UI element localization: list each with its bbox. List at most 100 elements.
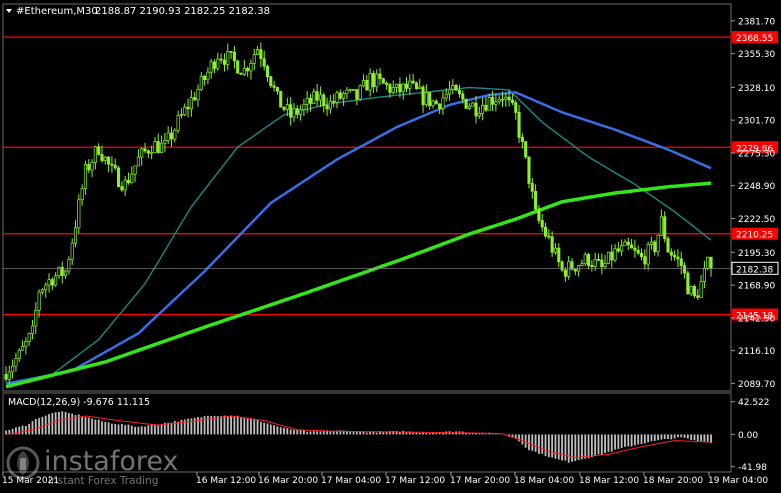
time-tick-label: 17 Mar 12:00: [385, 476, 445, 486]
candle-body: [537, 208, 541, 221]
candle-body: [517, 112, 521, 138]
level-price-label: 2210.25: [736, 231, 773, 241]
candle-body: [686, 272, 690, 295]
candle-body: [371, 73, 375, 88]
candle-body: [302, 104, 306, 110]
candle-body: [299, 109, 303, 115]
candle-body: [527, 156, 531, 184]
time-tick-label: 19 Mar 04:00: [708, 476, 768, 486]
candle-body: [669, 251, 673, 256]
candle-body: [411, 80, 415, 84]
candle-body: [44, 284, 48, 291]
price-chart[interactable]: instaforex Instant Forex Trading 2368.55…: [0, 0, 781, 489]
time-tick-label: 18 Mar 12:00: [579, 476, 639, 486]
candle-body: [547, 235, 551, 238]
candle-body: [434, 100, 438, 105]
candle-body: [457, 89, 462, 95]
candle-body: [325, 105, 329, 110]
candle-body: [401, 83, 405, 93]
candle-body: [120, 186, 124, 191]
chart-window: instaforex Instant Forex Trading 2368.55…: [0, 0, 781, 489]
candle-body: [404, 83, 409, 89]
candle-body: [206, 71, 210, 81]
candle-body: [30, 325, 35, 334]
candle-body: [510, 99, 514, 103]
candle-body: [408, 80, 412, 89]
candle-body: [262, 58, 266, 67]
candle-body: [143, 148, 147, 152]
candle-body: [606, 251, 610, 264]
candle-body: [587, 254, 591, 266]
candle-body: [163, 140, 167, 144]
candle-body: [388, 84, 392, 93]
candle-body: [107, 156, 111, 165]
level-price-label: 2368.55: [736, 34, 773, 44]
candle-body: [110, 163, 114, 166]
candle-body: [358, 85, 362, 100]
candle-body: [676, 256, 680, 260]
candle-body: [666, 238, 670, 253]
price-tick-label: 2248.90: [738, 182, 775, 192]
candle-body: [169, 132, 174, 140]
candle-body: [491, 97, 495, 105]
price-tick-label: 2142.50: [738, 314, 775, 324]
watermark-tagline: Instant Forex Trading: [48, 475, 158, 487]
chart-header: #Ethereum,M30 2188.87 2190.93 2182.25 21…: [6, 6, 270, 17]
candle-body: [113, 164, 117, 169]
time-tick-label: 16 Mar 12:00: [196, 476, 256, 486]
price-tick-label: 2301.70: [738, 117, 775, 127]
candle-body: [381, 78, 385, 84]
candle-body: [391, 87, 395, 93]
candle-body: [633, 247, 637, 251]
candle-body: [338, 92, 342, 99]
candle-body: [626, 241, 630, 246]
price-tick-label: 2116.10: [738, 347, 775, 357]
candle-body: [133, 165, 137, 175]
candle-body: [682, 265, 687, 274]
candle-body: [153, 141, 157, 153]
candle-body: [116, 167, 121, 187]
candle-body: [451, 84, 455, 90]
candle-body: [219, 58, 223, 61]
candle-body: [17, 349, 21, 360]
candle-body: [40, 289, 44, 293]
candle-body: [560, 261, 564, 271]
candle-body: [100, 154, 104, 161]
candle-body: [596, 259, 601, 261]
candle-body: [441, 97, 445, 109]
candle-body: [275, 87, 279, 92]
candle-body: [87, 163, 91, 171]
price-tick-label: 2168.90: [738, 282, 775, 292]
candle-body: [355, 89, 359, 100]
candle-body: [540, 220, 544, 228]
candle-body: [328, 100, 332, 110]
time-tick-label: 15 Mar 2021: [2, 476, 59, 486]
candle-body: [418, 86, 422, 89]
candle-body: [487, 97, 491, 111]
candle-body: [663, 216, 667, 239]
candle-body: [623, 241, 627, 246]
candle-body: [97, 146, 101, 155]
candle-body: [583, 254, 587, 264]
candle-body: [709, 256, 713, 269]
candle-body: [616, 248, 620, 252]
candle-body: [67, 259, 71, 272]
candle-body: [226, 51, 230, 65]
candle-body: [385, 82, 389, 85]
candle-body: [514, 102, 518, 113]
candle-body: [7, 371, 11, 380]
candle-body: [692, 286, 697, 297]
candle-body: [126, 179, 131, 184]
candle-body: [252, 54, 256, 64]
candle-body: [484, 104, 488, 111]
candle-body: [636, 249, 640, 254]
candle-body: [345, 89, 349, 94]
candle-body: [557, 247, 561, 263]
candle-body: [580, 263, 584, 267]
candle-body: [497, 98, 501, 103]
candle-body: [590, 265, 594, 267]
candle-body: [653, 241, 657, 253]
candle-body: [438, 103, 442, 109]
candle-body: [702, 268, 706, 282]
candle-body: [70, 242, 74, 260]
